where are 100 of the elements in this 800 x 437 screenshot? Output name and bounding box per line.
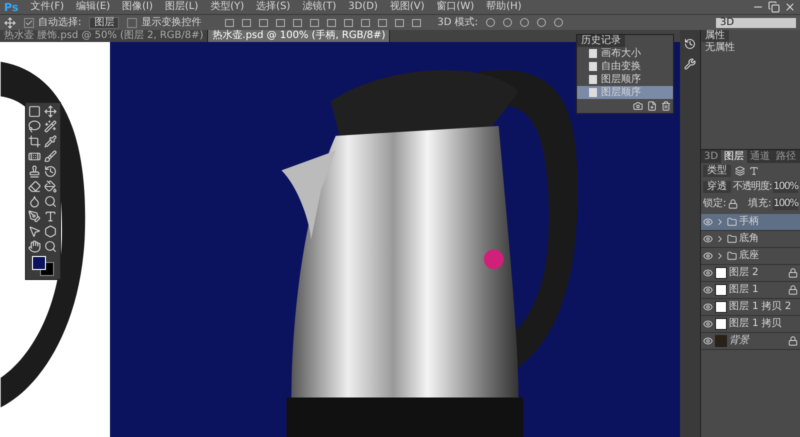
auto-select-label: 自动选择: bbox=[38, 16, 82, 30]
menu-item[interactable]: 图像(I) bbox=[122, 2, 153, 12]
lasso-icon[interactable] bbox=[28, 120, 41, 133]
layer-row[interactable]: 底角 bbox=[701, 231, 800, 248]
layer-name: 图层 1 拷贝 2 bbox=[729, 302, 792, 312]
layer-row[interactable]: 背景 bbox=[701, 333, 800, 350]
properties-empty-text: 无属性 bbox=[704, 42, 736, 54]
history-brush-icon[interactable] bbox=[44, 165, 57, 178]
properties-title[interactable]: 属性 bbox=[701, 30, 729, 42]
history-title[interactable]: 历史记录 bbox=[577, 35, 625, 47]
layer-row[interactable]: 图层 1 拷贝 2 bbox=[701, 299, 800, 316]
menu-item[interactable]: 编辑(E) bbox=[76, 2, 110, 12]
history-item[interactable]: 图层顺序 bbox=[577, 73, 673, 86]
layer-name: 图层 1 bbox=[729, 285, 759, 295]
history-label: 图层顺序 bbox=[601, 74, 641, 84]
restore-icon[interactable] bbox=[768, 1, 780, 13]
mode-label: 3D 模式: bbox=[437, 16, 478, 30]
layer-name: 手柄 bbox=[739, 217, 759, 227]
folder-icon bbox=[727, 251, 737, 261]
panel-tab[interactable]: 路径 bbox=[773, 150, 800, 163]
history-panel-icon bbox=[684, 38, 696, 50]
layer-row[interactable]: 手柄 bbox=[701, 214, 800, 231]
wand-icon[interactable] bbox=[44, 120, 57, 133]
layer-thumbnail bbox=[715, 267, 727, 279]
layer-filter-icon bbox=[735, 166, 745, 176]
layer-name: 背景 bbox=[729, 336, 749, 346]
pen-icon[interactable] bbox=[28, 210, 41, 223]
move-tool-icon bbox=[4, 16, 16, 28]
menu-item[interactable]: 图层(L) bbox=[164, 2, 198, 12]
eyedropper-icon[interactable] bbox=[44, 135, 57, 148]
new-icon bbox=[647, 101, 657, 111]
layer-name: 图层 2 bbox=[729, 268, 759, 278]
visibility-icon[interactable] bbox=[703, 302, 713, 312]
lock-label: 锁定: bbox=[703, 196, 726, 211]
marquee-icon[interactable] bbox=[28, 105, 41, 118]
history-item[interactable]: 画布大小 bbox=[577, 47, 673, 60]
transform-checkbox[interactable] bbox=[127, 18, 138, 28]
crop-icon[interactable] bbox=[28, 135, 41, 148]
panel-tab[interactable]: 通道 bbox=[747, 150, 774, 163]
pointer-icon[interactable] bbox=[28, 225, 41, 238]
type-filter-icon bbox=[749, 166, 759, 176]
menu-item[interactable]: 帮助(H) bbox=[486, 2, 522, 12]
app-logo: Ps bbox=[4, 2, 18, 12]
menu-item[interactable]: 3D(D) bbox=[348, 2, 378, 12]
bucket-icon[interactable] bbox=[44, 180, 57, 193]
layer-name: 底角 bbox=[739, 234, 759, 244]
eraser-icon[interactable] bbox=[28, 180, 41, 193]
tools-icon bbox=[684, 58, 696, 70]
menu-item[interactable]: 文件(F) bbox=[30, 2, 64, 12]
layer-name: 图层 1 拷贝 bbox=[729, 319, 782, 329]
brush-icon[interactable] bbox=[44, 150, 57, 163]
hand-icon[interactable] bbox=[28, 240, 41, 253]
fill-field[interactable]: 100% bbox=[773, 198, 798, 210]
history-item[interactable]: 自由变换 bbox=[577, 60, 673, 73]
camera-icon bbox=[633, 101, 643, 111]
visibility-icon[interactable] bbox=[703, 268, 713, 278]
zoom-icon[interactable] bbox=[44, 240, 57, 253]
menu-item[interactable]: 类型(Y) bbox=[210, 2, 244, 12]
document-tab[interactable]: 热水壶.psd @ 100% (手柄, RGB/8#) bbox=[208, 30, 390, 42]
droplet-icon[interactable] bbox=[28, 195, 41, 208]
workspace-field[interactable]: 3D bbox=[716, 18, 796, 28]
layer-name: 底座 bbox=[739, 251, 759, 261]
visibility-icon[interactable] bbox=[703, 285, 713, 295]
layer-row[interactable]: 图层 2 bbox=[701, 265, 800, 282]
transform-label: 显示变换控件 bbox=[141, 16, 202, 30]
filter-dropdown[interactable]: 类型 bbox=[703, 165, 731, 177]
layer-row[interactable]: 底座 bbox=[701, 248, 800, 265]
menu-item[interactable]: 选择(S) bbox=[256, 2, 290, 12]
layer-row[interactable]: 图层 1 bbox=[701, 282, 800, 299]
trash-icon bbox=[661, 101, 671, 111]
panel-tab[interactable]: 3D bbox=[701, 150, 722, 163]
menu-item[interactable]: 窗口(W) bbox=[436, 2, 474, 12]
menu-item[interactable]: 滤镜(T) bbox=[302, 2, 336, 12]
folder-icon bbox=[727, 217, 737, 227]
history-label: 自由变换 bbox=[601, 62, 641, 72]
opacity-label: 不透明度: bbox=[733, 180, 772, 194]
folder-icon bbox=[727, 234, 737, 244]
target-dropdown[interactable]: 图层 bbox=[89, 16, 120, 28]
opacity-field[interactable]: 100% bbox=[773, 180, 798, 192]
move-icon[interactable] bbox=[44, 105, 57, 118]
stamp-icon[interactable] bbox=[28, 165, 41, 178]
blend-mode-dropdown[interactable]: 穿透 bbox=[703, 180, 731, 192]
menu-item[interactable]: 视图(V) bbox=[390, 2, 424, 12]
close-icon[interactable] bbox=[784, 1, 796, 13]
visibility-icon[interactable] bbox=[703, 336, 713, 346]
layer-thumbnail bbox=[715, 318, 727, 330]
fill-label: 填充: bbox=[748, 196, 772, 211]
visibility-icon[interactable] bbox=[703, 234, 713, 244]
layer-row[interactable]: 图层 1 拷贝 bbox=[701, 316, 800, 333]
shape-icon[interactable] bbox=[44, 225, 57, 238]
history-label: 图层顺序 bbox=[601, 88, 641, 98]
lock-icon bbox=[728, 198, 738, 208]
layer-thumbnail bbox=[715, 301, 727, 313]
bandage-icon[interactable] bbox=[28, 150, 41, 163]
panel-tab[interactable]: 图层 bbox=[721, 150, 748, 163]
visibility-icon[interactable] bbox=[703, 319, 713, 329]
auto-select-checkbox[interactable] bbox=[24, 18, 34, 28]
type-icon[interactable] bbox=[44, 210, 57, 223]
visibility-icon[interactable] bbox=[703, 217, 713, 227]
visibility-icon[interactable] bbox=[703, 251, 713, 261]
